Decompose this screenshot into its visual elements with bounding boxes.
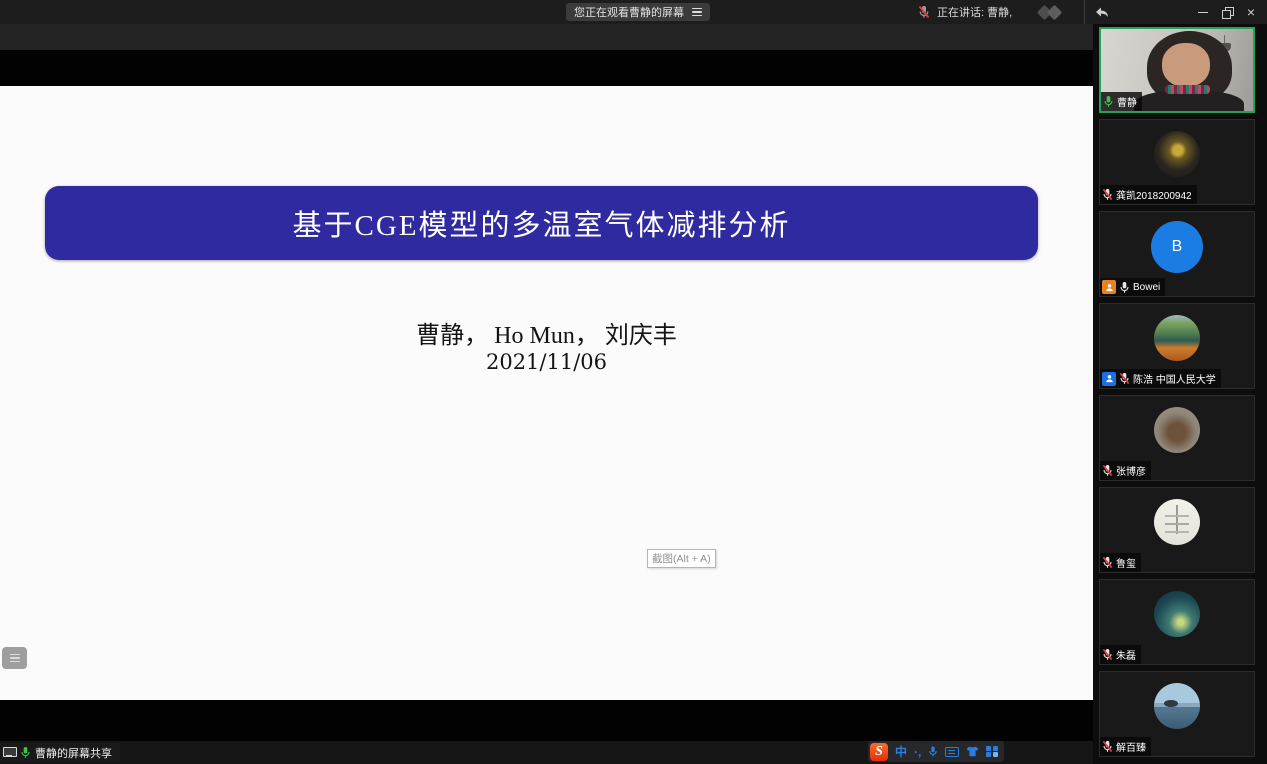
shared-screen-area: 基于CGE模型的多温室气体减排分析 曹静， Ho Mun， 刘庆丰 2021/1… <box>0 24 1093 764</box>
mic-on-icon <box>20 746 31 759</box>
mic-icon <box>1102 556 1113 569</box>
shared-screen-top-strip <box>0 24 1093 50</box>
participant-tile[interactable]: 解百臻 <box>1099 671 1255 757</box>
list-icon <box>10 654 20 663</box>
participant-name: 解百臻 <box>1116 739 1146 754</box>
minimize-icon <box>1198 12 1208 13</box>
participant-sidebar: 曹静 龚凯2018200942 B <box>1093 24 1267 764</box>
participant-name: Bowei <box>1133 282 1160 293</box>
mic-icon <box>1119 281 1130 294</box>
muted-mic-icon <box>918 5 930 19</box>
participant-label: 龚凯2018200942 <box>1100 185 1197 204</box>
ime-toolbox-icon[interactable] <box>986 746 998 758</box>
mic-icon <box>1119 372 1130 385</box>
return-button[interactable] <box>1084 0 1119 24</box>
ime-mode-toggle[interactable]: 中 <box>895 743 907 760</box>
reply-arrow-icon <box>1095 6 1109 19</box>
participant-tile[interactable]: 曹静 <box>1099 27 1255 113</box>
participant-tile[interactable]: B Bowei <box>1099 211 1255 297</box>
screen-share-status: 曹静的屏幕共享 <box>0 743 120 762</box>
participant-tile[interactable]: 鲁玺 <box>1099 487 1255 573</box>
share-label: 曹静的屏幕共享 <box>35 745 112 761</box>
sogou-logo-icon[interactable]: S <box>870 743 888 761</box>
participant-avatar <box>1154 315 1200 361</box>
watching-label: 您正在观看曹静的屏幕 <box>574 4 684 20</box>
screenshot-shortcut-tooltip: 截图(Alt + A) <box>647 549 716 568</box>
window-title-bar: 您正在观看曹静的屏幕 正在讲话: 曹静, <box>0 0 1267 24</box>
restore-icon <box>1222 7 1232 17</box>
participant-avatar <box>1154 131 1200 177</box>
mic-icon <box>1103 95 1114 108</box>
participant-label: 陈浩 中国人民大学 <box>1100 369 1221 388</box>
speaker-face <box>1162 43 1211 87</box>
participant-avatar <box>1154 407 1200 453</box>
window-controls: × <box>1191 0 1263 24</box>
mic-icon <box>1102 648 1113 661</box>
slide-title: 基于CGE模型的多温室气体减排分析 <box>292 202 790 244</box>
speaker-scarf <box>1165 85 1211 94</box>
mic-icon <box>1102 464 1113 477</box>
participant-label: Bowei <box>1100 278 1165 296</box>
mic-icon <box>1102 188 1113 201</box>
participant-name: 张博彦 <box>1116 463 1146 478</box>
participant-label: 曹静 <box>1101 92 1142 111</box>
sogou-ime-toolbar: S 中 ·, <box>868 741 1004 762</box>
speaking-label: 正在讲话: 曹静, <box>937 4 1012 20</box>
restore-button[interactable] <box>1215 0 1239 24</box>
slide-date: 2021/11/06 <box>0 350 1093 374</box>
participant-tile[interactable]: 陈浩 中国人民大学 <box>1099 303 1255 389</box>
ime-voice-icon[interactable] <box>928 745 938 758</box>
participant-avatar <box>1154 683 1200 729</box>
member-badge-icon <box>1102 280 1116 294</box>
ime-punctuation-toggle[interactable]: ·, <box>914 745 921 759</box>
slide-authors: 曹静， Ho Mun， 刘庆丰 <box>0 315 1093 350</box>
participant-label: 张博彦 <box>1100 461 1151 480</box>
close-icon: × <box>1247 5 1255 19</box>
minimize-button[interactable] <box>1191 0 1215 24</box>
member-badge-icon <box>1102 372 1116 386</box>
presentation-slide: 基于CGE模型的多温室气体减排分析 曹静， Ho Mun， 刘庆丰 2021/1… <box>0 86 1093 700</box>
avatar-letter: B <box>1172 238 1183 256</box>
participant-tile[interactable]: 朱磊 <box>1099 579 1255 665</box>
watching-banner: 您正在观看曹静的屏幕 <box>566 3 710 21</box>
close-button[interactable]: × <box>1239 0 1263 24</box>
participant-label: 朱磊 <box>1100 645 1141 664</box>
participant-name: 陈浩 中国人民大学 <box>1133 371 1216 386</box>
participant-name: 朱磊 <box>1116 647 1136 662</box>
ime-keyboard-icon[interactable] <box>945 747 959 757</box>
screen-share-icon <box>3 747 16 758</box>
speaker-status-group: 正在讲话: 曹静, <box>918 0 1119 24</box>
participant-avatar-letter: B <box>1151 221 1203 273</box>
participant-tile[interactable]: 龚凯2018200942 <box>1099 119 1255 205</box>
meeting-window: 您正在观看曹静的屏幕 正在讲话: 曹静, <box>0 0 1267 764</box>
participant-avatar <box>1154 499 1200 545</box>
app-logo-icon <box>1033 4 1073 20</box>
participant-name: 龚凯2018200942 <box>1116 187 1192 202</box>
annotation-toolbar-button[interactable] <box>2 647 27 669</box>
participant-label: 解百臻 <box>1100 737 1151 756</box>
participant-avatar <box>1154 591 1200 637</box>
mic-icon <box>1102 740 1113 753</box>
participant-name: 曹静 <box>1117 94 1137 109</box>
participant-name: 鲁玺 <box>1116 555 1136 570</box>
participant-label: 鲁玺 <box>1100 553 1141 572</box>
slide-title-banner: 基于CGE模型的多温室气体减排分析 <box>45 186 1038 260</box>
ime-skin-icon[interactable] <box>966 746 979 757</box>
participant-tile[interactable]: 张博彦 <box>1099 395 1255 481</box>
menu-icon[interactable] <box>692 8 702 17</box>
